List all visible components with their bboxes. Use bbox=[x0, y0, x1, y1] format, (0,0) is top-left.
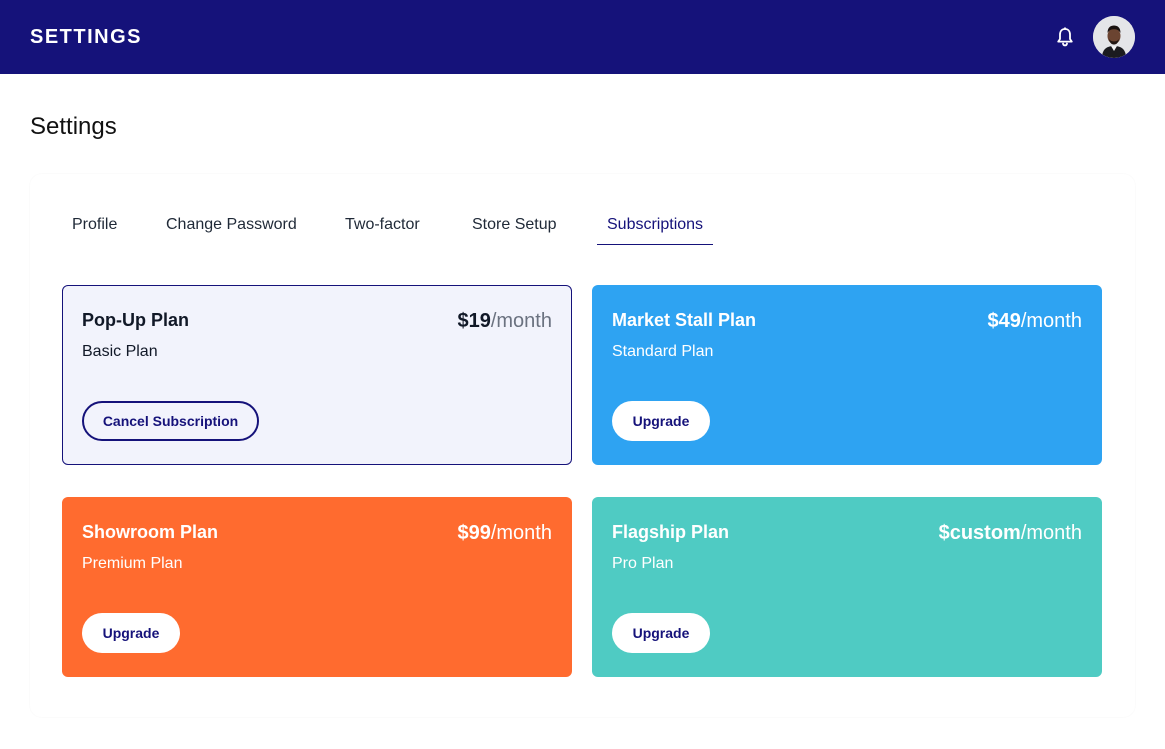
plan-tier: Basic Plan bbox=[82, 343, 158, 360]
plan-price-period: /month bbox=[490, 310, 552, 332]
tab-two-factor[interactable]: Two-factor bbox=[345, 200, 420, 245]
plan-name: Showroom Plan bbox=[82, 522, 219, 542]
upgrade-button[interactable]: Upgrade bbox=[612, 401, 710, 441]
plan-price-amount: $99 bbox=[457, 522, 491, 544]
plan-price: $19/month bbox=[457, 309, 552, 333]
plan-price: $99/month bbox=[457, 521, 552, 545]
user-avatar[interactable] bbox=[1093, 16, 1135, 58]
plan-price-amount: $19 bbox=[457, 310, 491, 332]
plan-card-market-stall: Market Stall Plan Standard Plan $49/mont… bbox=[592, 285, 1102, 465]
top-bar: SETTINGS bbox=[0, 0, 1165, 74]
page-title: Settings bbox=[30, 113, 117, 140]
plan-price: $49/month bbox=[987, 309, 1082, 333]
cancel-subscription-button[interactable]: Cancel Subscription bbox=[82, 401, 259, 441]
plan-card-showroom: Showroom Plan Premium Plan $99/month Upg… bbox=[62, 497, 572, 677]
plan-price-amount: $49 bbox=[987, 310, 1021, 332]
plan-tier: Pro Plan bbox=[612, 555, 674, 572]
tab-change-password[interactable]: Change Password bbox=[166, 200, 297, 245]
plan-name: Flagship Plan bbox=[612, 522, 730, 542]
app-title: SETTINGS bbox=[30, 26, 143, 48]
tab-subscriptions[interactable]: Subscriptions bbox=[597, 200, 714, 245]
tab-profile[interactable]: Profile bbox=[72, 200, 117, 245]
upgrade-button[interactable]: Upgrade bbox=[612, 613, 710, 653]
plan-price-period: /month bbox=[1020, 310, 1082, 332]
upgrade-button[interactable]: Upgrade bbox=[82, 613, 180, 653]
plan-tier: Premium Plan bbox=[82, 555, 183, 572]
plan-price-period: /month bbox=[490, 522, 552, 544]
plan-price: $custom/month bbox=[939, 521, 1082, 545]
bell-icon[interactable] bbox=[1054, 26, 1076, 48]
plan-price-period: /month bbox=[1020, 522, 1082, 544]
plan-name: Pop-Up Plan bbox=[82, 310, 189, 330]
plan-card-flagship: Flagship Plan Pro Plan $custom/month Upg… bbox=[592, 497, 1102, 677]
plan-price-amount: $custom bbox=[938, 522, 1021, 544]
tab-store-setup[interactable]: Store Setup bbox=[472, 200, 557, 245]
plan-name: Market Stall Plan bbox=[612, 310, 757, 330]
plan-tier: Standard Plan bbox=[612, 343, 714, 360]
plan-card-pop-up: Pop-Up Plan Basic Plan $19/month Cancel … bbox=[62, 285, 572, 465]
